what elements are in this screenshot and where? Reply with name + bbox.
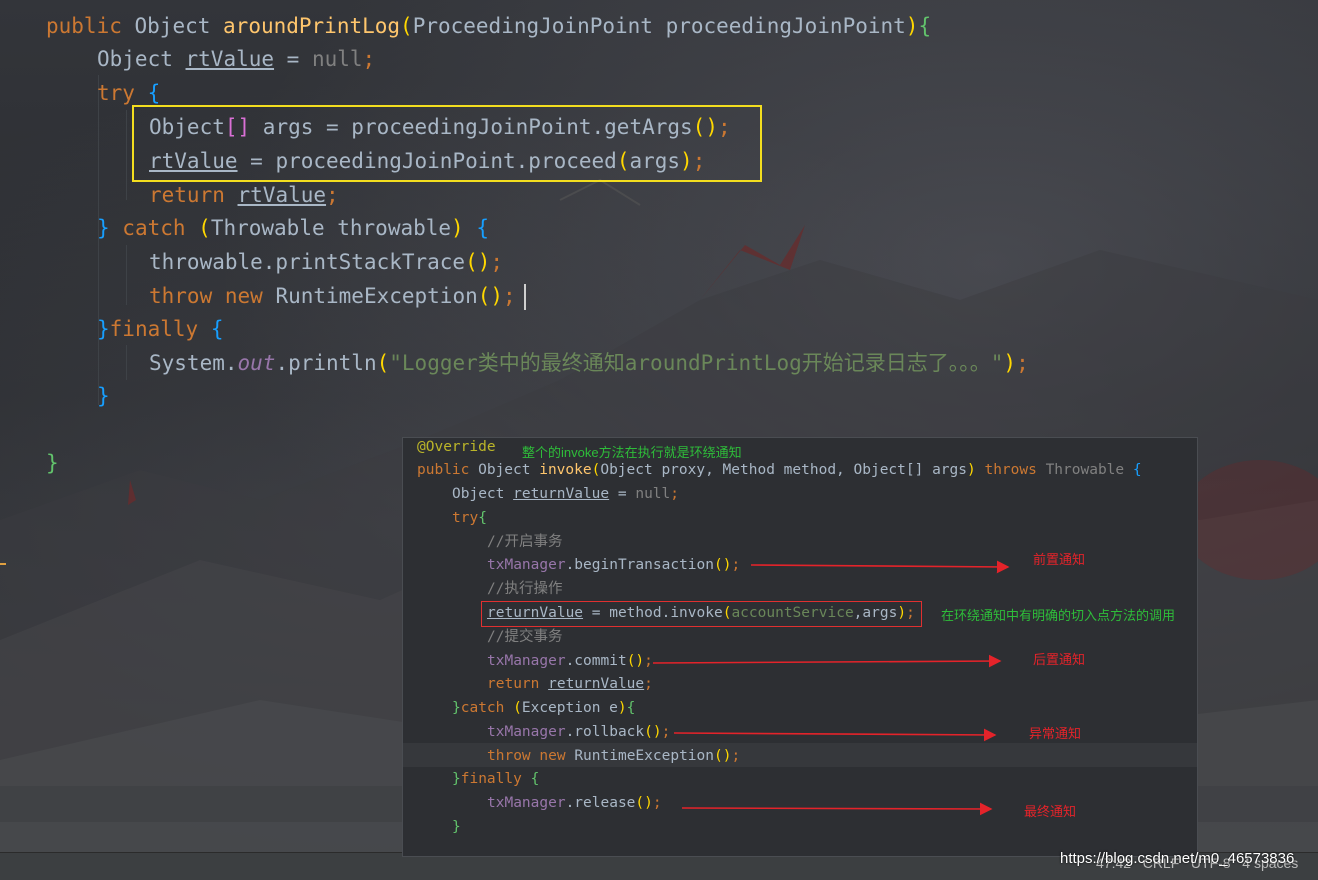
indent-guide [126,110,127,200]
note-final-advice: 最终通知 [1024,804,1077,819]
code-line: throwable.printStackTrace(); [149,250,504,274]
code-line: public Object aroundPrintLog(ProceedingJ… [46,14,932,38]
note-before-advice: 前置通知 [1033,552,1086,567]
note-after-advice: 后置通知 [1033,652,1086,667]
code-line: System.out.println("Logger类中的最终通知aroundP… [149,351,1029,375]
code-line: }finally { [97,317,224,341]
code-editor[interactable]: public Object aroundPrintLog(ProceedingJ… [0,0,1318,500]
code-line: } [46,451,59,475]
code-line: try { [97,81,161,105]
code-line: throw new RuntimeException(); [149,284,516,308]
code-line: Object rtValue = null; [97,47,376,71]
note-explicit-call: 在环绕通知中有明确的切入点方法的调用 [941,608,1176,623]
code-line: } catch (Throwable throwable) { [97,216,489,240]
inset-code-screenshot: @Override 整个的invoke方法在执行就是环绕通知 public Ob… [402,437,1198,857]
annotation-arrows [652,560,1010,816]
indent-guide [126,345,127,380]
indent-guide [126,245,127,305]
gutter-marker [0,563,6,565]
watermark: https://blog.csdn.net/m0_46573836 [1060,850,1295,867]
code-line: return rtValue; [149,183,339,207]
text-caret [524,284,526,310]
highlight-box [132,105,762,182]
note-exception-advice: 异常通知 [1029,726,1082,741]
code-line: } [97,384,110,408]
